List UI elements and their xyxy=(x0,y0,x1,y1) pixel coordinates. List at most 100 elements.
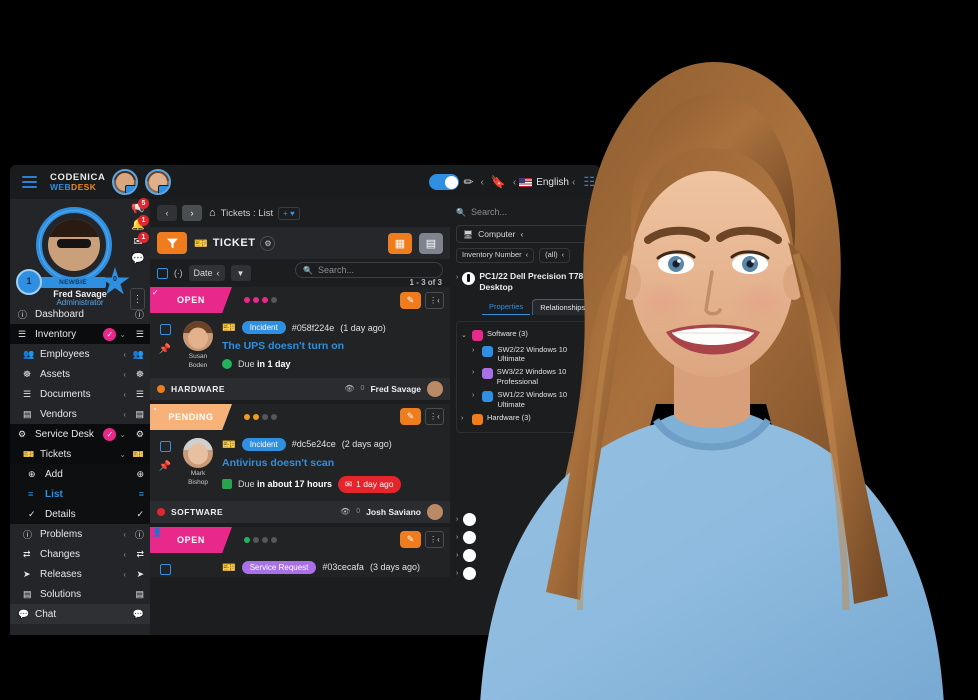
search-input[interactable]: 🔍 Search... xyxy=(295,262,443,278)
chevron-icon[interactable]: ‹ xyxy=(123,370,126,379)
requester-name: Mark xyxy=(190,469,206,477)
sidebar-item-changes[interactable]: ⇄ Changes ‹ ⇄ xyxy=(10,544,150,564)
ticket-row-controls: 📌 xyxy=(156,438,174,493)
sidebar-item-assets[interactable]: ☸ Assets ‹ ☸ xyxy=(10,364,150,384)
sidebar-item-label: List xyxy=(45,488,63,500)
sidebar-item-label: Changes xyxy=(40,548,81,560)
solutions-icon: ▤ xyxy=(23,588,32,599)
ticket-header: ◔ PENDING ✎ ⋮‹ xyxy=(150,403,450,430)
avatar-hair xyxy=(48,219,100,237)
views-count: 0 xyxy=(356,508,361,516)
ticket-age: (3 days ago) xyxy=(369,562,420,573)
due-text: Due in 1 day xyxy=(238,359,291,369)
sidebar-item-employees[interactable]: 👥 Employees ‹ 👥 xyxy=(10,344,150,364)
ticket-title[interactable]: The UPS doesn't turn on xyxy=(222,340,442,352)
ticket-assignee: Josh Saviano xyxy=(366,506,421,517)
more-options-button[interactable]: ⋮ xyxy=(130,288,145,310)
ticket-row-controls: 📌 xyxy=(156,321,174,370)
sidebar-item-dashboard[interactable]: ⓘ Dashboard ⓘ xyxy=(10,304,150,324)
ticket-title[interactable]: Antivirus doesn't scan xyxy=(222,457,442,469)
sidebar-item-label: Assets xyxy=(40,368,71,380)
sunglasses-icon xyxy=(57,239,91,248)
brand-sub-b: DESK xyxy=(71,181,97,192)
ticket-card[interactable]: ✓ OPEN ✎ ⋮‹ 📌 Susan Boden 🎫 Incident #058f224e (1 … xyxy=(150,287,450,400)
breadcrumb: ‹ › ⌂ Tickets : List + ♥ xyxy=(150,199,450,227)
sidebar-item-right-icon: 💬 xyxy=(132,608,144,619)
home-icon[interactable]: ⌂ xyxy=(209,207,216,219)
chevron-icon[interactable]: ‹ xyxy=(123,550,126,559)
ticket-checkbox[interactable] xyxy=(159,563,171,575)
mail-notification[interactable]: ✉ 1 xyxy=(126,232,150,250)
chevron-icon[interactable]: ‹ xyxy=(123,350,126,359)
app-logo: CODENICA WEBDESK xyxy=(50,172,105,192)
sidebar-item-label: Problems xyxy=(40,528,83,540)
avatar-card-icon xyxy=(158,185,170,193)
ticket-checkbox[interactable] xyxy=(159,324,171,335)
chevron-left-icon: ‹ xyxy=(216,268,220,278)
chat-notification[interactable]: 💬 xyxy=(126,250,150,267)
chevron-icon[interactable]: ⌄ xyxy=(119,450,126,459)
edit-ticket-button[interactable]: ✎ xyxy=(400,291,421,309)
screenshot-canvas: CODENICA WEBDESK ✏ ‹ 🔖 ‹ English ‹ ☷ NEW… xyxy=(0,0,978,700)
bell-notification[interactable]: 🔔 1 xyxy=(126,215,150,233)
sidebar-item-chat[interactable]: 💬 Chat 💬 xyxy=(10,604,150,624)
sidebar-item-list[interactable]: ≡ List ≡ xyxy=(10,484,150,504)
grid-view-button[interactable]: ▦ xyxy=(388,232,412,254)
ticket-body: 📌 Susan Boden 🎫 Incident #058f224e (1 day ago)… xyxy=(150,313,450,378)
chevron-icon[interactable]: ⌄ xyxy=(119,430,126,439)
sidebar-item-tickets[interactable]: 🎫 Tickets ⌄ 🎫 xyxy=(10,444,150,464)
sidebar-item-problems[interactable]: ⓘ Problems ‹ ⓘ xyxy=(10,524,150,544)
sidebar-item-service-desk[interactable]: ⚙ Service Desk ✓ ⌄ ⚙ xyxy=(10,424,150,444)
chevron-icon[interactable]: ‹ xyxy=(123,410,126,419)
ticket-title-group: 🎫 TICKET ⚙ xyxy=(194,235,276,251)
chevron-icon[interactable]: ‹ xyxy=(123,570,126,579)
priority-dot xyxy=(244,413,250,420)
sidebar-item-label: Vendors xyxy=(40,408,77,420)
select-all-checkbox[interactable] xyxy=(157,267,168,279)
sidebar-item-inventory[interactable]: ☰ Inventory ✓ ⌄ ☰ xyxy=(10,324,150,344)
favorite-button[interactable]: + ♥ xyxy=(278,206,300,220)
sidebar-item-details[interactable]: ✓ Details ✓ xyxy=(10,504,150,524)
profile-avatar[interactable] xyxy=(48,219,100,271)
ticket-meta: 🎫 Incident #058f224e (1 day ago) xyxy=(222,321,442,334)
ticket-settings-icon[interactable]: ⚙ xyxy=(260,235,276,251)
ticket-card[interactable]: ◔ PENDING ✎ ⋮‹ 📌 Mark Bishop 🎫 Incident #dc5e24ce… xyxy=(150,403,450,523)
chevron-icon[interactable]: ‹ xyxy=(123,390,126,399)
sidebar-item-solutions[interactable]: ▤ Solutions ▤ xyxy=(10,584,150,604)
ticket-main: 🎫 Service Request #03cecafa (3 days ago) xyxy=(222,560,442,575)
portrait-photo xyxy=(436,44,978,700)
priority-dot xyxy=(271,297,277,303)
megaphone-notification[interactable]: 📢 5 xyxy=(126,198,150,216)
sidebar-item-add[interactable]: ⊕ Add ⊕ xyxy=(10,464,150,484)
notification-count: 1 xyxy=(138,215,149,226)
eye-highlight-right xyxy=(751,259,755,263)
sidebar-item-releases[interactable]: ➤ Releases ‹ ➤ xyxy=(10,564,150,584)
ticket-type-chip: Service Request xyxy=(241,560,317,574)
sidebar-item-right-icon: ✓ xyxy=(136,508,144,519)
sidebar-item-documents[interactable]: ☰ Documents ‹ ☰ xyxy=(10,384,150,404)
pin-icon[interactable]: 📌 xyxy=(159,344,171,355)
star-filter[interactable]: (∙) xyxy=(174,268,183,278)
sort-direction-button[interactable]: ▼ xyxy=(230,265,251,281)
header-avatar-2[interactable] xyxy=(145,169,172,195)
funnel-icon[interactable] xyxy=(157,232,187,254)
ticket-body: 🎫 Service Request #03cecafa (3 days ago) xyxy=(150,553,450,577)
header-avatar-1[interactable] xyxy=(112,169,139,195)
sidebar-item-vendors[interactable]: ▤ Vendors ‹ ▤ xyxy=(10,404,150,424)
cheek-right xyxy=(730,278,794,326)
sort-selector[interactable]: Date ‹ xyxy=(188,265,225,281)
ticket-checkbox[interactable] xyxy=(159,440,171,452)
ticket-assignee: Fred Savage xyxy=(370,383,421,394)
chevron-icon[interactable]: ⌄ xyxy=(119,330,126,339)
sidebar-item-right-icon: ▤ xyxy=(135,588,144,599)
edit-ticket-button[interactable]: ✎ xyxy=(400,408,421,426)
ticket-card[interactable]: 👤 OPEN ✎ ⋮‹ 🎫 Service Request #03cecafa (3 days… xyxy=(150,526,450,577)
edit-ticket-button[interactable]: ✎ xyxy=(400,531,421,549)
due-label: Due xyxy=(238,479,255,490)
sidebar-item-label: Details xyxy=(45,508,76,520)
nav-forward-button[interactable]: › xyxy=(182,205,202,221)
hamburger-menu-icon[interactable] xyxy=(16,176,42,188)
pin-icon[interactable]: 📌 xyxy=(159,461,171,472)
nav-back-button[interactable]: ‹ xyxy=(157,205,177,221)
chevron-icon[interactable]: ‹ xyxy=(123,530,126,539)
